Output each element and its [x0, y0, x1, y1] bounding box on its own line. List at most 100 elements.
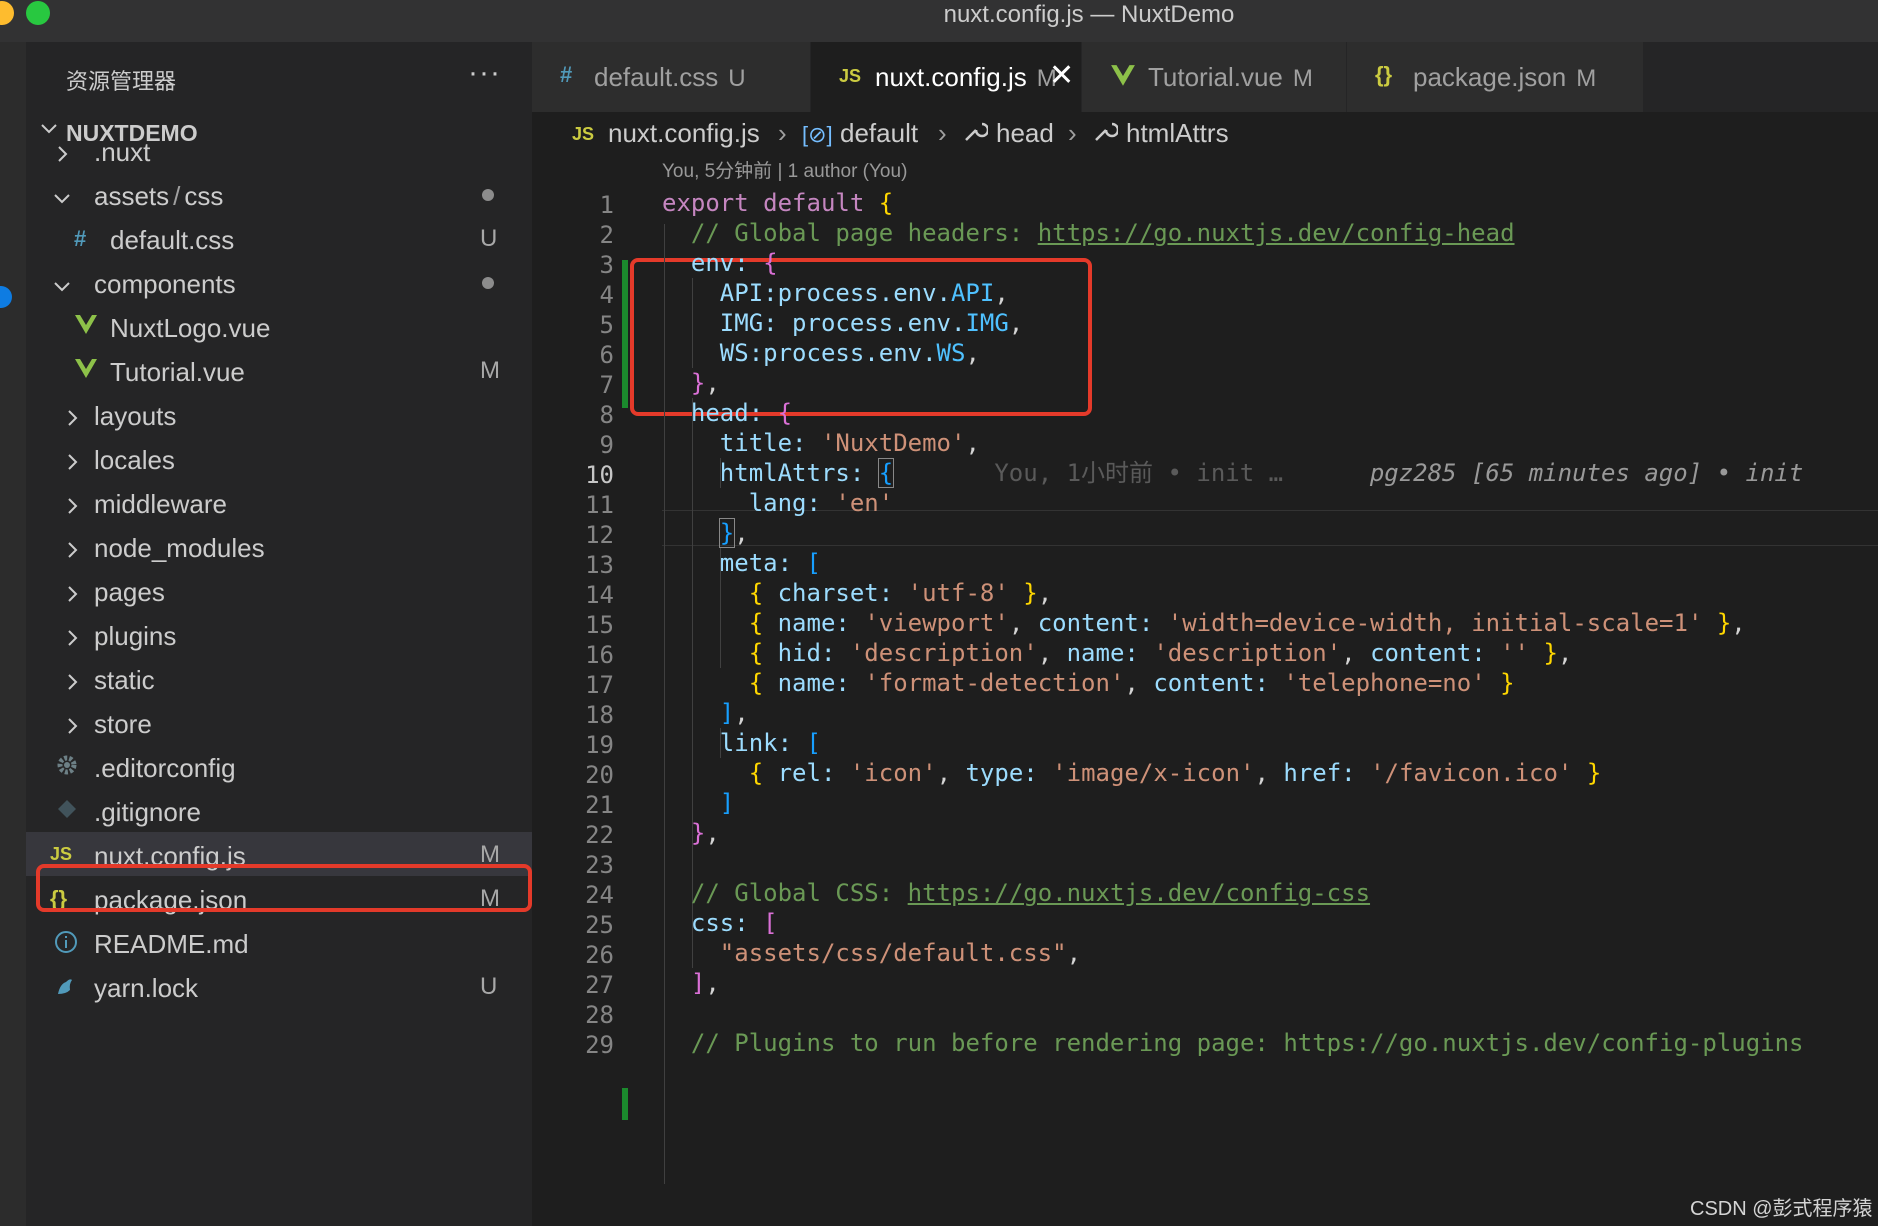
tree-item-label: components [94, 269, 236, 299]
line-number: 17 [585, 671, 614, 699]
tree-item-label: node_modules [94, 533, 265, 563]
line-number: 20 [585, 761, 614, 789]
env-variable: IMG [965, 309, 1009, 337]
punctuation: , [734, 519, 749, 547]
string: 'format-detection' [864, 669, 1125, 697]
more-actions-button[interactable]: ··· [468, 56, 501, 90]
tree-item-assets-css[interactable]: assets / css [26, 172, 532, 216]
property: meta: [719, 549, 793, 577]
string: 'NuxtDemo' [820, 429, 966, 457]
tree-item-locales[interactable]: locales [26, 436, 532, 480]
line-number: 19 [585, 731, 614, 759]
chevron-down-icon [52, 184, 72, 215]
tree-item-label: yarn.lock [94, 973, 199, 1003]
breadcrumb-symbol-default[interactable]: default [840, 118, 918, 149]
string: 'en' [835, 489, 894, 517]
breadcrumb-symbol-htmlattrs[interactable]: htmlAttrs [1126, 118, 1229, 149]
line-number: 22 [585, 821, 614, 849]
explorer-sidebar: 资源管理器 ··· NUXTDEMO .nuxt assets / css # de… [26, 42, 532, 1226]
tree-item-static[interactable]: static [26, 656, 532, 700]
tree-item-middleware[interactable]: middleware [26, 480, 532, 524]
tree-item-readme-md[interactable]: README.md [26, 920, 532, 964]
tab-label: default.css U [594, 62, 746, 93]
folder-name-css: css [184, 181, 224, 211]
tree-item-components[interactable]: components [26, 260, 532, 304]
tree-item-gitignore[interactable]: .gitignore [26, 788, 532, 832]
modified-dot [482, 189, 494, 201]
json-file-icon: {} [1375, 62, 1393, 87]
path-separator: / [173, 181, 181, 211]
bracket: { [748, 669, 764, 697]
bracket: { [777, 399, 793, 427]
tree-item-tutorial-vue[interactable]: Tutorial.vue M [26, 348, 532, 392]
bracket: } [690, 819, 706, 847]
code-line-27: ], [662, 965, 720, 1001]
gitlens-blame[interactable]: pgz285 [65 minutes ago] • init [1370, 459, 1803, 487]
tree-item-layouts[interactable]: layouts [26, 392, 532, 436]
tab-nuxt-config-js[interactable]: JS nuxt.config.js M ✕ [811, 42, 1082, 112]
line-number: 28 [585, 1001, 614, 1029]
code-editor[interactable]: 1 2 3 4 5 6 7 8 9 10 11 12 13 14 15 16 17 18 19 20 21 22 23 24 2… [532, 188, 1878, 1226]
line-number: 13 [585, 551, 614, 579]
tree-item-default-css[interactable]: # default.css U [26, 216, 532, 260]
tree-item-store[interactable]: store [26, 700, 532, 744]
line-number: 5 [599, 311, 614, 339]
line-number: 10 [585, 461, 614, 489]
line-number: 2 [599, 221, 614, 249]
punctuation: , [1008, 609, 1038, 637]
tab-label: nuxt.config.js M [875, 62, 1057, 93]
tab-git-status: U [728, 65, 746, 92]
identifier: process.env. [777, 309, 966, 337]
close-icon[interactable]: ✕ [1049, 58, 1074, 93]
punctuation: , [1037, 639, 1067, 667]
vue-file-icon [1110, 64, 1136, 94]
bracket: { [748, 609, 764, 637]
tab-default-css[interactable]: # default.css U [532, 42, 811, 112]
identifier: process.env. [777, 279, 951, 307]
breadcrumb-symbol-head[interactable]: head [996, 118, 1054, 149]
string: 'utf-8' [907, 579, 1009, 607]
breadcrumb-file[interactable]: nuxt.config.js [608, 118, 760, 149]
punctuation: , [705, 819, 720, 847]
comment-link[interactable]: https://go.nuxtjs.dev/config-head [1038, 219, 1515, 247]
tab-label: package.json M [1413, 62, 1596, 93]
bracket-match: } [718, 518, 736, 548]
line-number: 25 [585, 911, 614, 939]
git-status-badge: M [480, 357, 500, 384]
property: API: [719, 279, 778, 307]
codelens-author[interactable]: You, 5分钟前 | 1 author (You) [662, 156, 907, 183]
tree-item-yarn-lock[interactable]: yarn.lock U [26, 964, 532, 1008]
bracket: [ [806, 549, 821, 577]
chevron-right-icon [62, 536, 82, 567]
line-number: 4 [599, 281, 614, 309]
tree-item-label: Tutorial.vue [110, 357, 245, 387]
line-number: 18 [585, 701, 614, 729]
chevron-right-icon: › [778, 118, 787, 148]
tab-tutorial-vue[interactable]: Tutorial.vue M [1082, 42, 1347, 112]
tree-item-nuxt[interactable]: .nuxt [26, 128, 532, 172]
css-file-icon: # [560, 62, 573, 87]
tab-package-json[interactable]: {} package.json M [1347, 42, 1644, 112]
window-title: nuxt.config.js — NuxtDemo [943, 1, 1235, 28]
comment-link[interactable]: https://go.nuxtjs.dev/config-css [908, 879, 1370, 907]
chevron-right-icon [62, 492, 82, 523]
tree-item-nuxtlogo-vue[interactable]: NuxtLogo.vue [26, 304, 532, 348]
bracket-match: { [877, 458, 895, 488]
bracket: } [1500, 669, 1515, 697]
git-added-indicator [622, 1088, 628, 1120]
tab-git-status: M [1576, 65, 1597, 92]
tree-item-plugins[interactable]: plugins [26, 612, 532, 656]
title-bar: nuxt.config.js — NuxtDemo [0, 0, 1878, 42]
tree-item-node-modules[interactable]: node_modules [26, 524, 532, 568]
code-line-22: }, [662, 815, 720, 851]
activity-bar [0, 42, 26, 1226]
line-number: 11 [585, 491, 614, 519]
bracket: ] [719, 699, 735, 727]
bracket: ] [690, 969, 706, 997]
punctuation: , [1066, 939, 1082, 967]
code-line-2: // Global page headers: https://go.nuxtj… [662, 215, 1515, 251]
punctuation: , [734, 699, 749, 727]
tree-item-pages[interactable]: pages [26, 568, 532, 612]
wrench-icon [1092, 118, 1120, 151]
tree-item-editorconfig[interactable]: .editorconfig [26, 744, 532, 788]
